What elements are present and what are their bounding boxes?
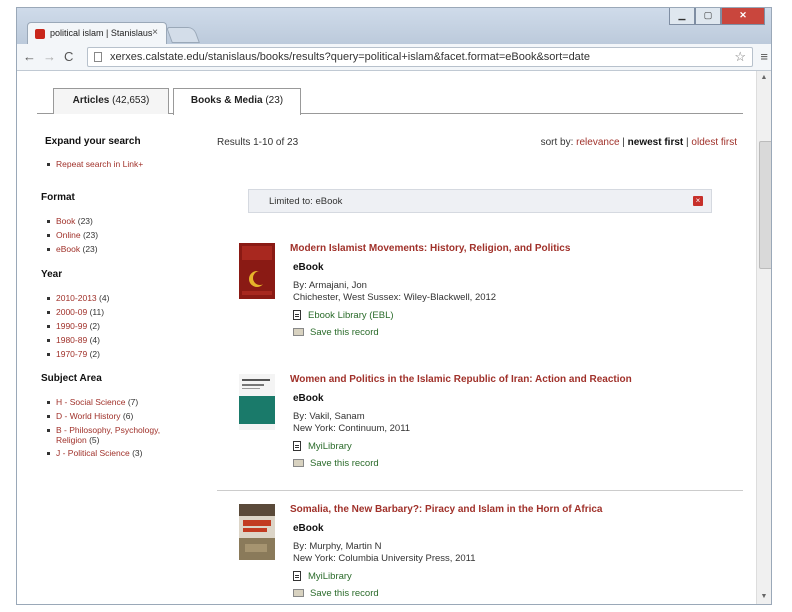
- result-publisher: New York: Continuum, 2011: [293, 423, 411, 434]
- menu-icon[interactable]: ≡: [760, 49, 768, 64]
- sort-label: sort by:: [540, 137, 574, 148]
- result-title-link[interactable]: Somalia, the New Barbary?: Piracy and Is…: [290, 504, 603, 515]
- scroll-thumb[interactable]: [759, 141, 771, 269]
- facet-format-online[interactable]: Online (23): [47, 230, 98, 240]
- browser-toolbar: ← → C xerxes.calstate.edu/stanislaus/boo…: [17, 44, 771, 71]
- result-publisher: New York: Columbia University Press, 201…: [293, 553, 476, 564]
- save-record-link[interactable]: Save this record: [293, 588, 379, 599]
- favicon-icon: [35, 29, 45, 39]
- repeat-search-link[interactable]: Repeat search in Link+: [56, 159, 143, 169]
- sort-relevance-link[interactable]: relevance: [576, 137, 619, 148]
- result-access-link[interactable]: Ebook Library (EBL): [293, 310, 394, 321]
- document-icon: [293, 441, 301, 452]
- facet-subject-item[interactable]: H - Social Science (7): [47, 397, 138, 407]
- facet-format-ebook[interactable]: eBook (23): [47, 244, 98, 254]
- facet-year-item[interactable]: 1990-99 (2): [47, 321, 100, 331]
- scroll-down-arrow-icon[interactable]: ▼: [757, 590, 771, 604]
- result-separator: [217, 490, 743, 491]
- tab-books-media[interactable]: Books & Media (23): [173, 88, 301, 115]
- title-bar: political islam | Stanislaus × ▁ ▢ ✕: [17, 8, 771, 44]
- result-title-link[interactable]: Women and Politics in the Islamic Republ…: [290, 374, 632, 385]
- tab-title: political islam | Stanislaus: [50, 28, 153, 38]
- minimize-button[interactable]: ▁: [669, 8, 695, 25]
- facet-year-item[interactable]: 2010-2013 (4): [47, 293, 109, 303]
- folder-icon: [293, 328, 304, 337]
- result-author: By: Armajani, Jon: [293, 280, 367, 291]
- vertical-scrollbar[interactable]: ▲ ▼: [756, 71, 771, 604]
- facet-year-item[interactable]: 2000-09 (11): [47, 307, 104, 317]
- subject-area-heading: Subject Area: [41, 373, 102, 384]
- facet-subject-item[interactable]: D - World History (6): [47, 411, 133, 421]
- tab-close-icon[interactable]: ×: [152, 27, 158, 38]
- format-heading: Format: [41, 192, 75, 203]
- document-icon: [293, 571, 301, 582]
- active-filter-bar: Limited to: eBook ×: [248, 189, 712, 213]
- folder-icon: [293, 459, 304, 468]
- sort-newest-current: newest first: [627, 137, 684, 148]
- tab-books-label: Books & Media: [190, 95, 263, 106]
- tab-articles-label: Articles: [72, 95, 110, 106]
- book-cover-thumbnail[interactable]: [239, 243, 275, 299]
- window-controls: ▁ ▢ ✕: [669, 8, 765, 26]
- bookmark-star-icon[interactable]: ☆: [734, 49, 746, 65]
- remove-filter-icon[interactable]: ×: [693, 196, 703, 206]
- close-window-button[interactable]: ✕: [721, 8, 765, 25]
- sort-options: sort by: relevance | newest first | olde…: [540, 137, 737, 148]
- result-publisher: Chichester, West Sussex: Wiley-Blackwell…: [293, 292, 497, 303]
- facet-subject-item-cont[interactable]: Religion (5): [56, 435, 99, 445]
- facet-year-item[interactable]: 1980-89 (4): [47, 335, 100, 345]
- scroll-up-arrow-icon[interactable]: ▲: [757, 71, 771, 85]
- result-format: eBook: [293, 393, 324, 404]
- tab-books-count: (23): [265, 95, 284, 106]
- page-viewport: ▲ ▼ Articles (42,653) Books & Media (23)…: [17, 71, 771, 604]
- facet-year-item[interactable]: 1970-79 (2): [47, 349, 100, 359]
- save-record-link[interactable]: Save this record: [293, 327, 379, 338]
- expand-search-heading: Expand your search: [45, 136, 141, 147]
- result-format: eBook: [293, 523, 324, 534]
- result-author: By: Murphy, Martin N: [293, 541, 382, 552]
- book-cover-thumbnail[interactable]: [239, 504, 275, 560]
- new-tab-button[interactable]: [166, 27, 200, 43]
- result-author: By: Vakil, Sanam: [293, 411, 365, 422]
- back-button[interactable]: ←: [23, 49, 36, 64]
- tab-articles[interactable]: Articles (42,653): [53, 88, 169, 114]
- filter-text: Limited to: eBook: [269, 196, 343, 207]
- folder-icon: [293, 589, 304, 598]
- results-count: Results 1-10 of 23: [217, 137, 299, 148]
- page-icon: [94, 52, 102, 62]
- result-access-link[interactable]: MyiLibrary: [293, 441, 352, 452]
- facet-format-book[interactable]: Book (23): [47, 216, 93, 226]
- facet-subject-item[interactable]: B - Philosophy, Psychology,: [47, 425, 160, 435]
- maximize-button[interactable]: ▢: [695, 8, 721, 25]
- result-title-link[interactable]: Modern Islamist Movements: History, Reli…: [290, 243, 570, 254]
- sort-oldest-link[interactable]: oldest first: [691, 137, 737, 148]
- browser-window: political islam | Stanislaus × ▁ ▢ ✕ ← →…: [16, 7, 772, 605]
- repeat-search-link-item[interactable]: Repeat search in Link+: [47, 159, 143, 169]
- document-icon: [293, 310, 301, 321]
- result-format: eBook: [293, 262, 324, 273]
- tab-articles-count: (42,653): [112, 95, 150, 106]
- save-record-link[interactable]: Save this record: [293, 458, 379, 469]
- year-heading: Year: [41, 269, 63, 280]
- url-text[interactable]: xerxes.calstate.edu/stanislaus/books/res…: [110, 51, 590, 63]
- reload-button[interactable]: C: [64, 49, 73, 64]
- address-bar[interactable]: xerxes.calstate.edu/stanislaus/books/res…: [87, 47, 753, 67]
- forward-button[interactable]: →: [43, 49, 56, 64]
- book-cover-thumbnail[interactable]: [239, 374, 275, 430]
- result-access-link[interactable]: MyiLibrary: [293, 571, 352, 582]
- facet-subject-item[interactable]: J - Political Science (3): [47, 448, 142, 458]
- browser-tab[interactable]: political islam | Stanislaus ×: [27, 22, 167, 44]
